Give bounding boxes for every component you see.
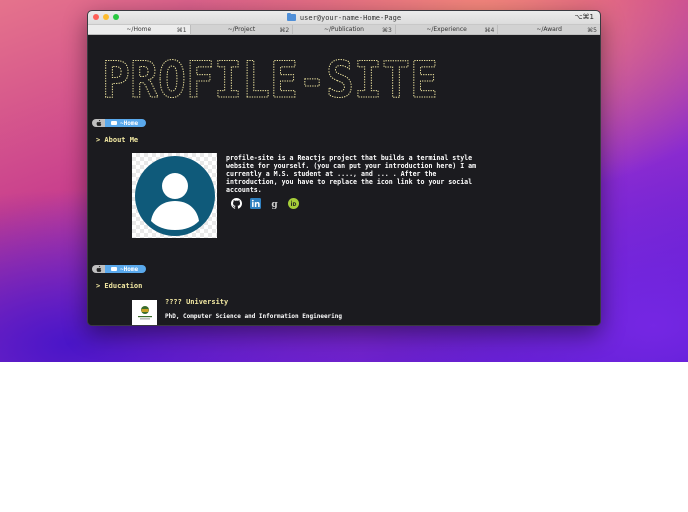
prompt-1: ~Home (92, 119, 147, 127)
tab-shortcut: ⌘2 (279, 26, 290, 34)
tab-publication[interactable]: ~/Publication ⌘3 (293, 25, 396, 34)
education-degree: PhD, Computer Science and Information En… (165, 313, 343, 320)
education-institution: ???? University (165, 298, 229, 306)
prompt-path-text: ~Home (120, 119, 139, 127)
university-crest-icon (137, 305, 152, 319)
tab-shortcut: ⌘5 (587, 26, 597, 34)
education-heading: > Education (96, 282, 143, 290)
tab-award[interactable]: ~/Award ⌘5 (498, 25, 600, 34)
github-icon[interactable] (231, 198, 242, 209)
prompt-2: ~Home (92, 265, 147, 273)
tab-label: ~/Experience (426, 26, 467, 33)
folder-icon (286, 12, 296, 21)
university-logo (132, 300, 157, 325)
tab-shortcut: ⌘3 (381, 26, 392, 34)
title-bar: user@your-name-Home-Page ⌥⌘1 (88, 11, 600, 25)
ascii-banner: PROFILE-SITE (102, 53, 439, 103)
tab-bar: ~/Home ⌘1 ~/Project ⌘2 ~/Publication ⌘3 … (88, 25, 600, 35)
tab-label: ~/Home (126, 26, 152, 33)
about-line: website for yourself. (you can put your … (226, 162, 477, 170)
window-shortcut: ⌥⌘1 (574, 13, 594, 21)
social-links: g (231, 198, 299, 209)
about-line: accounts. (226, 186, 262, 194)
apple-icon (92, 119, 105, 127)
about-line: introduction, you have to replace the ic… (226, 178, 473, 186)
tab-home[interactable]: ~/Home ⌘1 (88, 25, 191, 34)
orcid-icon[interactable] (288, 198, 299, 209)
banner-text: PROFILE-SITE (102, 53, 438, 103)
window-title: user@your-name-Home-Page (286, 12, 402, 22)
folder-icon (111, 120, 117, 126)
window-title-text: user@your-name-Home-Page (299, 13, 402, 22)
prompt-path: ~Home (105, 119, 147, 127)
prompt-path-text: ~Home (120, 265, 139, 273)
terminal-content: PROFILE-SITE ~Home > About Me profile-si… (88, 35, 600, 325)
prompt-path: ~Home (105, 265, 147, 273)
folder-icon (111, 266, 117, 272)
tab-label: ~/Publication (323, 26, 364, 33)
google-scholar-icon[interactable]: g (269, 198, 280, 209)
about-line: profile-site is a Reactjs project that b… (226, 154, 473, 162)
tab-shortcut: ⌘1 (176, 26, 187, 34)
apple-icon (92, 265, 105, 273)
tab-experience[interactable]: ~/Experience ⌘4 (395, 25, 499, 34)
about-heading: > About Me (96, 136, 139, 144)
tab-project[interactable]: ~/Project ⌘2 (190, 25, 294, 34)
svg-text:g: g (271, 200, 278, 209)
zoom-button[interactable] (113, 14, 119, 20)
about-line: currently a M.S. student at ...., and ..… (226, 170, 437, 178)
close-button[interactable] (93, 14, 99, 20)
window-controls (93, 14, 119, 20)
minimize-button[interactable] (103, 14, 109, 20)
tab-label: ~/Award (536, 26, 562, 33)
linkedin-icon[interactable] (250, 198, 261, 209)
tab-label: ~/Project (227, 26, 256, 33)
tab-shortcut: ⌘4 (484, 26, 495, 34)
avatar-icon (134, 155, 215, 236)
avatar (132, 153, 217, 238)
about-text: profile-site is a Reactjs project that b… (226, 154, 508, 194)
terminal-window: user@your-name-Home-Page ⌥⌘1 ~/Home ⌘1 ~… (87, 10, 601, 326)
